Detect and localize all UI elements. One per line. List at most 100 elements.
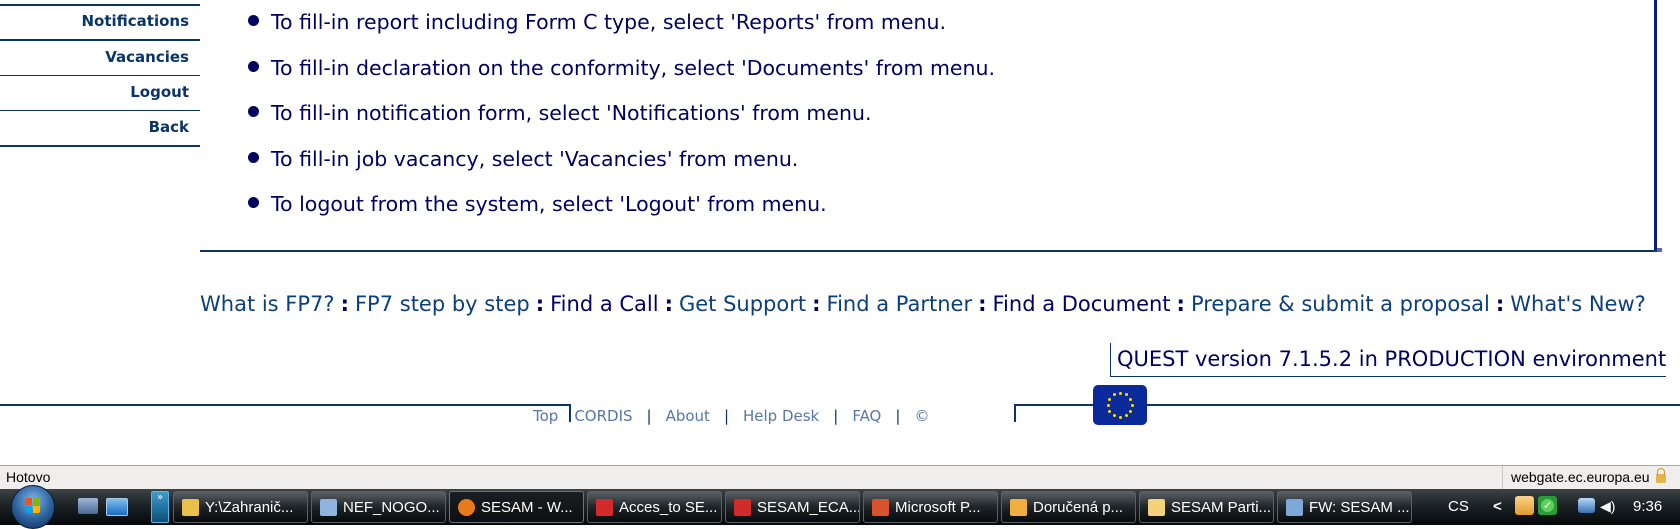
nav-link-find-a-document[interactable]: Find a Document bbox=[993, 292, 1171, 316]
lock-icon[interactable] bbox=[1655, 468, 1666, 483]
taskbar-button[interactable]: SESAM Parti... bbox=[1139, 491, 1274, 523]
sidebar-item-notifications[interactable]: Notifications bbox=[0, 12, 189, 30]
nav-link-whats-new[interactable]: What's New? bbox=[1510, 292, 1646, 316]
sidebar-divider bbox=[0, 39, 200, 41]
sidebar-divider bbox=[0, 145, 200, 147]
footer-rule bbox=[1014, 404, 1094, 406]
nav-separator: : bbox=[535, 292, 545, 316]
taskbar-button[interactable]: Acces_to SE... bbox=[587, 491, 722, 523]
taskbar-button[interactable]: Microsoft P... bbox=[863, 491, 998, 523]
pdf-icon bbox=[596, 499, 613, 516]
start-button[interactable] bbox=[11, 485, 55, 529]
clock[interactable]: 9:36 bbox=[1633, 498, 1662, 515]
instruction-text: To fill-in report including Form C type,… bbox=[271, 10, 946, 34]
nav-separator: : bbox=[340, 292, 349, 316]
nav-separator: : bbox=[1495, 292, 1505, 316]
list-item: To fill-in declaration on the conformity… bbox=[248, 56, 995, 80]
sidebar-item-logout[interactable]: Logout bbox=[0, 83, 189, 101]
taskbar-button[interactable]: NEF_NOGO... bbox=[311, 491, 446, 523]
show-desktop-icon[interactable] bbox=[106, 498, 128, 516]
content-border-right bbox=[1654, 0, 1657, 251]
star-icon bbox=[1118, 391, 1122, 395]
fp7-nav-links: What is FP7?: FP7 step by step: Find a Cal… bbox=[200, 292, 1646, 316]
taskbar-button-label: NEF_NOGO... bbox=[343, 499, 440, 516]
taskbar-button[interactable]: SESAM - W... bbox=[449, 491, 584, 523]
star-icon bbox=[1124, 393, 1128, 397]
footer-rule bbox=[0, 404, 534, 406]
footer-link-cordis[interactable]: CORDIS bbox=[574, 407, 632, 425]
nav-separator: : bbox=[664, 292, 673, 316]
mail-icon bbox=[1148, 499, 1165, 516]
taskbar-button[interactable]: Y:\Zahranič... bbox=[173, 491, 308, 523]
taskbar-button-label: Doručená p... bbox=[1033, 499, 1124, 516]
language-indicator[interactable]: CS bbox=[1448, 498, 1469, 515]
footer-link-about[interactable]: About bbox=[666, 407, 710, 425]
star-icon bbox=[1108, 409, 1112, 413]
footer-link-help-desk[interactable]: Help Desk bbox=[743, 407, 819, 425]
list-item: To logout from the system, select 'Logou… bbox=[248, 192, 827, 216]
nav-link-fp7-step-by-step[interactable]: FP7 step by step bbox=[355, 292, 530, 316]
instruction-text: To fill-in notification form, select 'No… bbox=[271, 101, 872, 125]
star-icon bbox=[1128, 409, 1132, 413]
footer-link-copyright[interactable]: © bbox=[914, 407, 929, 425]
footer-rule bbox=[533, 404, 569, 406]
powerpoint-icon bbox=[872, 499, 889, 516]
footer-link-top[interactable]: Top bbox=[533, 407, 558, 425]
sidebar-divider bbox=[0, 110, 200, 111]
star-icon bbox=[1108, 397, 1112, 401]
footer-separator: | bbox=[723, 407, 729, 425]
footer-separator: | bbox=[895, 407, 901, 425]
outlook-inbox-icon bbox=[1010, 499, 1027, 516]
star-icon bbox=[1112, 413, 1116, 417]
footer-rule bbox=[1146, 404, 1680, 406]
bullet-icon bbox=[248, 197, 259, 208]
windows-taskbar: » Y:\Zahranič... NEF_NOGO... SESAM - W... A… bbox=[0, 485, 1680, 529]
taskbar-button-label: SESAM - W... bbox=[481, 499, 573, 516]
taskbar-button-label: Acces_to SE... bbox=[619, 499, 718, 516]
list-item: To fill-in notification form, select 'No… bbox=[248, 101, 871, 125]
outlook-tray-icon[interactable] bbox=[1515, 496, 1534, 515]
sidebar-item-vacancies[interactable]: Vacancies bbox=[0, 48, 189, 66]
star-icon bbox=[1124, 413, 1128, 417]
nav-link-find-a-call[interactable]: Find a Call bbox=[550, 292, 658, 316]
star-icon bbox=[1106, 403, 1110, 407]
content-border-bottom bbox=[200, 250, 1657, 252]
nav-separator: : bbox=[978, 292, 987, 316]
tray-expand-button[interactable]: < bbox=[1493, 498, 1502, 515]
domain-text: webgate.ec.europa.eu bbox=[1511, 469, 1650, 485]
star-icon bbox=[1128, 397, 1132, 401]
taskbar-button-label: SESAM Parti... bbox=[1171, 499, 1272, 516]
switch-windows-icon[interactable] bbox=[78, 498, 98, 514]
star-icon bbox=[1112, 393, 1116, 397]
bullet-icon bbox=[248, 152, 259, 163]
taskbar-button[interactable]: SESAM_ECA... bbox=[725, 491, 860, 523]
list-item: To fill-in job vacancy, select 'Vacancie… bbox=[248, 147, 798, 171]
nav-link-prepare-submit[interactable]: Prepare & submit a proposal bbox=[1191, 292, 1490, 316]
nav-separator: : bbox=[1176, 292, 1185, 316]
taskbar-button-label: FW: SESAM ... bbox=[1309, 499, 1410, 516]
footer-links: Top CORDIS | About | Help Desk | FAQ | © bbox=[533, 407, 929, 425]
content-corner bbox=[1657, 248, 1662, 252]
checkmark-tray-icon[interactable]: ✓ bbox=[1538, 496, 1557, 515]
star-icon bbox=[1130, 403, 1134, 407]
firefox-icon bbox=[458, 499, 475, 516]
nav-link-find-a-partner[interactable]: Find a Partner bbox=[827, 292, 973, 316]
eu-flag-icon[interactable] bbox=[1093, 385, 1147, 425]
sidebar-item-back[interactable]: Back bbox=[0, 118, 189, 136]
volume-icon[interactable]: ◀) bbox=[1600, 498, 1615, 515]
nav-link-what-is-fp7[interactable]: What is FP7? bbox=[200, 292, 335, 316]
taskbar-button[interactable]: Doručená p... bbox=[1001, 491, 1136, 523]
footer-link-faq[interactable]: FAQ bbox=[852, 407, 881, 425]
star-icon bbox=[1118, 415, 1122, 419]
nav-link-get-support[interactable]: Get Support bbox=[679, 292, 806, 316]
taskbar-button[interactable]: FW: SESAM ... bbox=[1277, 491, 1412, 523]
footer-separator: | bbox=[833, 407, 839, 425]
instruction-text: To logout from the system, select 'Logou… bbox=[271, 192, 827, 216]
instruction-text: To fill-in declaration on the conformity… bbox=[271, 56, 996, 80]
footer-rule bbox=[1014, 404, 1016, 422]
network-icon[interactable] bbox=[1578, 498, 1595, 513]
bullet-icon bbox=[248, 15, 259, 26]
bullet-icon bbox=[248, 106, 259, 117]
list-item: To fill-in report including Form C type,… bbox=[248, 10, 946, 34]
quicklaunch-more-button[interactable]: » bbox=[151, 491, 169, 523]
